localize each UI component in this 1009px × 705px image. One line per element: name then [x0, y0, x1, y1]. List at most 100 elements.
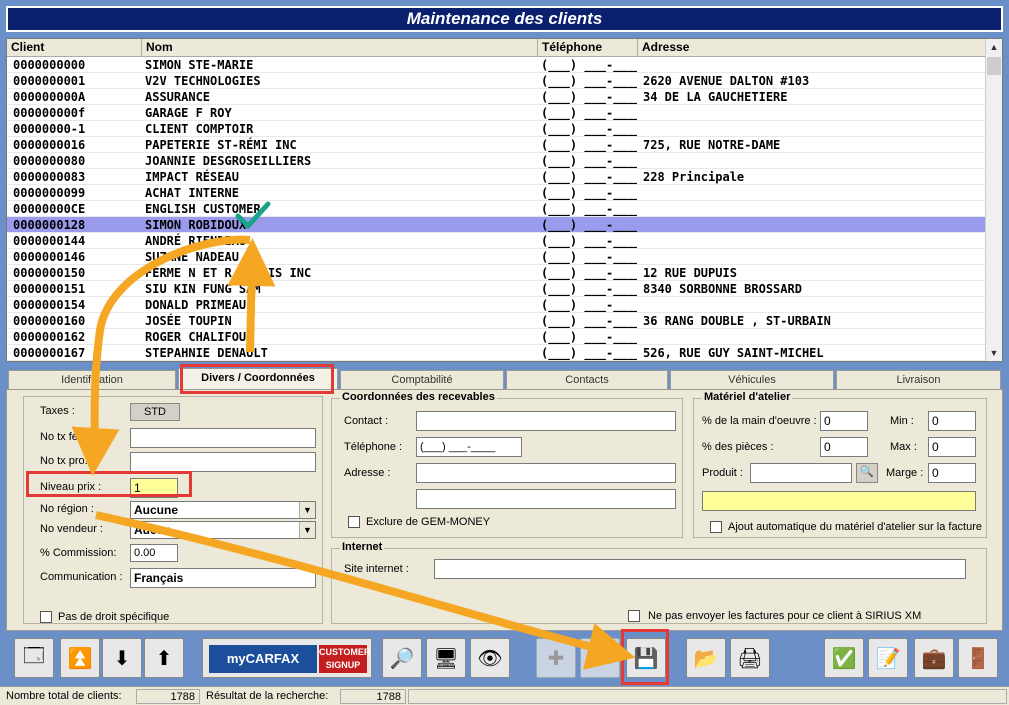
- table-row[interactable]: 0000000001 V2V TECHNOLOGIES (___) ___-____…: [7, 73, 1002, 89]
- table-row[interactable]: 0000000150 FERME N ET R DUPUIS INC (___) _…: [7, 265, 1002, 281]
- table-row[interactable]: 000000000f GARAGE F ROY (___) ___-____: [7, 105, 1002, 121]
- site-internet-label: Site internet :: [344, 563, 409, 575]
- table-row[interactable]: 00000000CE ENGLISH CUSTOMER (___) ___-____: [7, 201, 1002, 217]
- col-telephone[interactable]: Téléphone: [538, 39, 638, 57]
- client-list[interactable]: Client Nom Téléphone Adresse 0000000000 S…: [6, 38, 1003, 362]
- table-row[interactable]: 0000000080 JOANNIE DESGROSEILLIERS (___) _…: [7, 153, 1002, 169]
- no-vendeur-select[interactable]: Aucun ▼: [130, 521, 316, 539]
- add-icon[interactable]: ✚: [536, 638, 576, 678]
- cell-client: 0000000016: [13, 138, 86, 152]
- scroll-down-icon[interactable]: ▼: [986, 345, 1002, 361]
- contact-input[interactable]: [416, 411, 676, 431]
- min-label: Min :: [890, 415, 914, 427]
- no-region-value: Aucune: [134, 503, 179, 517]
- table-row[interactable]: 0000000128 SIMON ROBIDOUX (___) ___-____: [7, 217, 1002, 233]
- pas-de-droit-checkbox[interactable]: [40, 611, 52, 623]
- list-scrollbar[interactable]: ▲ ▼: [985, 39, 1002, 361]
- table-row[interactable]: 000000000A ASSURANCE (___) ___-____ 34 DE L…: [7, 89, 1002, 105]
- scroll-thumb[interactable]: [987, 57, 1001, 75]
- check-mail-icon[interactable]: ✅: [824, 638, 864, 678]
- chevron-down-icon[interactable]: ▼: [299, 502, 315, 518]
- no-region-select[interactable]: Aucune ▼: [130, 501, 316, 519]
- marge-input[interactable]: 0: [928, 463, 976, 483]
- adresse-input-1[interactable]: [416, 463, 676, 483]
- main-oeuvre-input[interactable]: 0: [820, 411, 868, 431]
- col-nom[interactable]: Nom: [142, 39, 538, 57]
- cell-client: 0000000160: [13, 314, 86, 328]
- printer-icon[interactable]: 🖨: [730, 638, 770, 678]
- exit-icon[interactable]: 🚪: [958, 638, 998, 678]
- produit-input[interactable]: [750, 463, 852, 483]
- cell-adr: 36 RANG DOUBLE , ST-URBAIN: [643, 314, 831, 328]
- site-internet-input[interactable]: [434, 559, 966, 579]
- table-row[interactable]: 0000000162 ROGER CHALIFOUX (___) ___-____: [7, 329, 1002, 345]
- scroll-up-icon[interactable]: ▲: [986, 39, 1002, 55]
- tab-divers-coordonnees[interactable]: Divers / Coordonnées: [178, 368, 338, 390]
- communication-input[interactable]: Français: [130, 568, 316, 588]
- telephone-input[interactable]: (___) ___-____: [416, 437, 522, 457]
- cell-nom: GARAGE F ROY: [145, 106, 232, 120]
- tab-contacts[interactable]: Contacts: [506, 370, 668, 390]
- commission-input[interactable]: 0.00: [130, 544, 178, 562]
- tab-vehicules[interactable]: Véhicules: [670, 370, 834, 390]
- cell-client: 0000000167: [13, 346, 86, 360]
- cell-nom: CLIENT COMPTOIR: [145, 122, 254, 136]
- search-person-icon[interactable]: 🔍: [856, 463, 878, 483]
- ajout-label: Ajout automatique du matériel d'atelier …: [728, 521, 983, 533]
- result-label: Résultat de la recherche:: [206, 690, 329, 702]
- min-input[interactable]: 0: [928, 411, 976, 431]
- down-circle-icon[interactable]: ⬇: [102, 638, 142, 678]
- col-client[interactable]: Client: [7, 39, 142, 57]
- table-row[interactable]: 0000000151 SIU KIN FUNG SAM (___) ___-____…: [7, 281, 1002, 297]
- table-row[interactable]: 0000000099 ACHAT INTERNE (___) ___-____: [7, 185, 1002, 201]
- col-adresse[interactable]: Adresse: [638, 39, 986, 57]
- ajout-checkbox[interactable]: [710, 521, 722, 533]
- cell-nom: IMPACT RÉSEAU: [145, 170, 239, 184]
- table-row[interactable]: 0000000083 IMPACT RÉSEAU (___) ___-____ 228…: [7, 169, 1002, 185]
- table-row[interactable]: 0000000146 SUZANE NADEAU (___) ___-____: [7, 249, 1002, 265]
- max-input[interactable]: 0: [928, 437, 976, 457]
- eye-search-icon[interactable]: 👁: [470, 638, 510, 678]
- sirius-checkbox[interactable]: [628, 610, 640, 622]
- tab-comptabilite[interactable]: Comptabilité: [340, 370, 504, 390]
- up-circle-icon[interactable]: ⏫: [60, 638, 100, 678]
- table-row[interactable]: 00000000-1 CLIENT COMPTOIR (___) ___-____: [7, 121, 1002, 137]
- exclure-label: Exclure de GEM-MONEY: [366, 516, 491, 528]
- cell-tel: (___) ___-____: [541, 250, 637, 264]
- table-row[interactable]: 0000000016 PAPETERIE ST-RÉMI INC (___) ___…: [7, 137, 1002, 153]
- save-icon[interactable]: 💾: [626, 638, 666, 678]
- minus-icon[interactable]: ▬: [580, 638, 620, 678]
- window-icon[interactable]: 🗔: [14, 638, 54, 678]
- exclure-checkbox[interactable]: [348, 516, 360, 528]
- tab-livraison[interactable]: Livraison: [836, 370, 1001, 390]
- table-row[interactable]: 0000000160 JOSÉE TOUPIN (___) ___-____ 36 R…: [7, 313, 1002, 329]
- folder-icon[interactable]: 📂: [686, 638, 726, 678]
- cell-nom: JOANNIE DESGROSEILLIERS: [145, 154, 312, 168]
- magnifier-icon[interactable]: 🔎: [382, 638, 422, 678]
- carfax-signup-button[interactable]: myCARFAX CUSTOMER SIGNUP: [202, 638, 372, 678]
- left-group: Taxes : STD No tx féd. : No tx pro. : Ni…: [23, 396, 323, 624]
- table-row[interactable]: 0000000144 ANDRÉ RIENDEAU (___) ___-____: [7, 233, 1002, 249]
- pieces-input[interactable]: 0: [820, 437, 868, 457]
- cell-tel: (___) ___-____: [541, 266, 637, 280]
- table-row[interactable]: 0000000154 DONALD PRIMEAU (___) ___-____: [7, 297, 1002, 313]
- edit-doc-icon[interactable]: 📝: [868, 638, 908, 678]
- total-label: Nombre total de clients:: [6, 690, 122, 702]
- chevron-down-icon[interactable]: ▼: [299, 522, 315, 538]
- taxes-button[interactable]: STD: [130, 403, 180, 421]
- no-tx-pro-input[interactable]: [130, 452, 316, 472]
- up-arrow-icon[interactable]: ⬆: [144, 638, 184, 678]
- table-row[interactable]: 0000000167 STEPAHNIE DENAULT (___) ___-___…: [7, 345, 1002, 361]
- briefcase-icon[interactable]: 💼: [914, 638, 954, 678]
- cell-tel: (___) ___-____: [541, 90, 637, 104]
- cell-adr: 526, RUE GUY SAINT-MICHEL: [643, 346, 824, 360]
- cell-client: 00000000-1: [13, 122, 86, 136]
- tab-identification[interactable]: Identification: [8, 370, 176, 390]
- no-tx-fed-input[interactable]: [130, 428, 316, 448]
- niveau-prix-input[interactable]: 1: [130, 478, 178, 498]
- monitor-icon[interactable]: 🖥: [426, 638, 466, 678]
- adresse-input-2[interactable]: [416, 489, 676, 509]
- telephone-label: Téléphone :: [344, 441, 403, 453]
- cell-client: 0000000001: [13, 74, 86, 88]
- table-row[interactable]: 0000000000 SIMON STE-MARIE (___) ___-____: [7, 57, 1002, 73]
